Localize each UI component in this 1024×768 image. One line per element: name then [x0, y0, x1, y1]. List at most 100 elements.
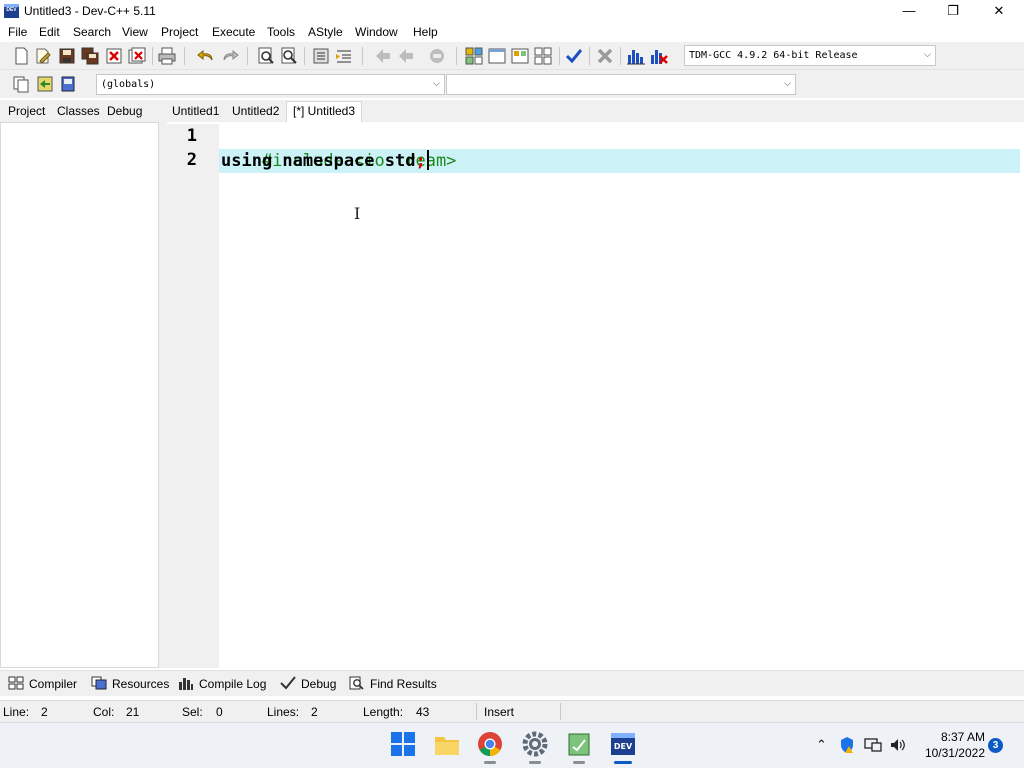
new-file-icon[interactable]: [11, 46, 31, 66]
line-number-gutter: 1 2: [167, 124, 219, 668]
status-line-value: 2: [41, 705, 48, 719]
menu-edit[interactable]: Edit: [39, 25, 60, 39]
check-syntax-icon[interactable]: [564, 46, 584, 66]
tab-compile-log-label: Compile Log: [199, 677, 267, 691]
windows-start-icon[interactable]: [390, 731, 416, 757]
tab-untitled3[interactable]: [*] Untitled3: [286, 101, 363, 122]
tab-untitled1[interactable]: Untitled1: [172, 104, 219, 118]
menu-help[interactable]: Help: [413, 25, 438, 39]
pane-splitter[interactable]: [159, 100, 167, 668]
tab-compile-log[interactable]: Compile Log: [178, 676, 266, 691]
save-all-icon[interactable]: [80, 46, 100, 66]
profile-analysis-icon[interactable]: [626, 46, 646, 66]
full-screen-icon[interactable]: [487, 46, 507, 66]
file-explorer-icon[interactable]: [434, 731, 460, 757]
tab-untitled2[interactable]: Untitled2: [232, 104, 279, 118]
replace-icon[interactable]: [279, 46, 299, 66]
menu-search[interactable]: Search: [73, 25, 111, 39]
minimize-button[interactable]: —: [886, 0, 932, 22]
status-col-label: Col:: [93, 705, 115, 719]
devcpp-app-icon: DEV: [4, 4, 19, 18]
tab-compiler-label: Compiler: [29, 677, 78, 691]
grid-icon: [8, 676, 24, 690]
maximize-button[interactable]: ❐: [930, 0, 976, 22]
menu-tools[interactable]: Tools: [267, 25, 295, 39]
redo-icon[interactable]: [220, 46, 240, 66]
ibeam-cursor-icon: I: [354, 204, 361, 223]
tab-debug[interactable]: Debug: [107, 104, 142, 118]
tab-debug-output[interactable]: Debug: [280, 676, 336, 691]
goto-declaration-icon[interactable]: [35, 74, 55, 94]
status-sel-value: 0: [216, 705, 223, 719]
notification-badge[interactable]: 3: [988, 738, 1003, 753]
stop-execution-icon[interactable]: [595, 46, 615, 66]
line-number: 1: [186, 126, 197, 146]
menu-view[interactable]: View: [122, 25, 148, 39]
tab-find-results[interactable]: Find Results: [349, 676, 437, 691]
tray-chevron-up-icon[interactable]: ⌃: [816, 737, 827, 753]
windows-taskbar: DEV ⌃ 8:37 AM 10/31/2022 3: [0, 722, 1024, 768]
unindent-icon[interactable]: [334, 46, 354, 66]
code-line: using namespace std;: [221, 149, 429, 173]
toolbars-icon[interactable]: [510, 46, 530, 66]
indent-icon[interactable]: [311, 46, 331, 66]
tab-debug-output-label: Debug: [301, 677, 337, 691]
save-icon[interactable]: [57, 46, 77, 66]
open-file-icon[interactable]: [33, 46, 53, 66]
insert-icon[interactable]: [11, 74, 31, 94]
menu-bar: File Edit Search View Project Execute To…: [0, 22, 1024, 42]
menu-astyle[interactable]: AStyle: [308, 25, 343, 39]
menu-window[interactable]: Window: [355, 25, 398, 39]
code-editor[interactable]: #include <iostream> using namespace std;…: [219, 124, 1024, 668]
scope-select[interactable]: (globals) ⌵: [96, 74, 445, 95]
tab-compiler[interactable]: Compiler: [8, 676, 77, 691]
settings-gear-icon[interactable]: [522, 731, 548, 757]
tab-resources[interactable]: Resources: [91, 676, 169, 691]
next-page-icon[interactable]: [396, 46, 416, 66]
network-icon[interactable]: [864, 737, 882, 753]
close-button[interactable]: ✕: [976, 0, 1022, 22]
project-manager-icon[interactable]: [464, 46, 484, 66]
scope-select-value: (globals): [101, 79, 156, 90]
status-col-value: 21: [126, 705, 140, 719]
delete-profile-icon[interactable]: [649, 46, 669, 66]
close-file-icon[interactable]: [104, 46, 124, 66]
undo-icon[interactable]: [196, 46, 216, 66]
clock-time[interactable]: 8:37 AM: [915, 730, 985, 744]
checkmark-icon: [280, 676, 296, 690]
bar-chart-icon: [179, 678, 193, 690]
tab-resources-label: Resources: [112, 677, 170, 691]
print-icon[interactable]: [157, 46, 177, 66]
status-insert-mode: Insert: [484, 705, 515, 719]
code-line: #include <iostream>: [221, 125, 456, 171]
project-browser[interactable]: [0, 122, 159, 668]
chevron-down-icon: ⌵: [433, 79, 440, 89]
new-class-icon[interactable]: [533, 46, 553, 66]
status-length-value: 43: [416, 705, 430, 719]
tab-project[interactable]: Project: [8, 104, 45, 118]
status-bar: Line: 2 Col: 21 Sel: 0 Lines: 2 Length: …: [0, 700, 1024, 722]
side-pane-tabs: Project Classes Debug: [0, 100, 160, 122]
close-all-icon[interactable]: [127, 46, 147, 66]
previous-page-icon[interactable]: [373, 46, 393, 66]
menu-file[interactable]: File: [8, 25, 27, 39]
notepad-icon[interactable]: [566, 731, 592, 757]
menu-execute[interactable]: Execute: [212, 25, 255, 39]
volume-icon[interactable]: [889, 737, 907, 753]
status-sel-label: Sel:: [182, 705, 203, 719]
status-lines-label: Lines:: [267, 705, 300, 719]
compiler-select[interactable]: TDM-GCC 4.9.2 64-bit Release ⌵: [684, 45, 936, 66]
chevron-down-icon: ⌵: [784, 79, 791, 89]
toggle-bookmark-icon[interactable]: [427, 46, 447, 66]
chrome-icon[interactable]: [477, 731, 503, 757]
menu-project[interactable]: Project: [161, 25, 198, 39]
title-bar: DEV Untitled3 - Dev-C++ 5.11 — ❐ ✕: [0, 0, 1024, 22]
goto-definition-icon[interactable]: [58, 74, 78, 94]
devcpp-taskbar-icon[interactable]: DEV: [610, 731, 636, 757]
member-select[interactable]: ⌵: [446, 74, 796, 95]
find-icon[interactable]: [256, 46, 276, 66]
tab-classes[interactable]: Classes: [57, 104, 100, 118]
clock-date[interactable]: 10/31/2022: [915, 746, 985, 760]
text-caret: [426, 150, 429, 170]
security-shield-icon[interactable]: [839, 736, 855, 754]
